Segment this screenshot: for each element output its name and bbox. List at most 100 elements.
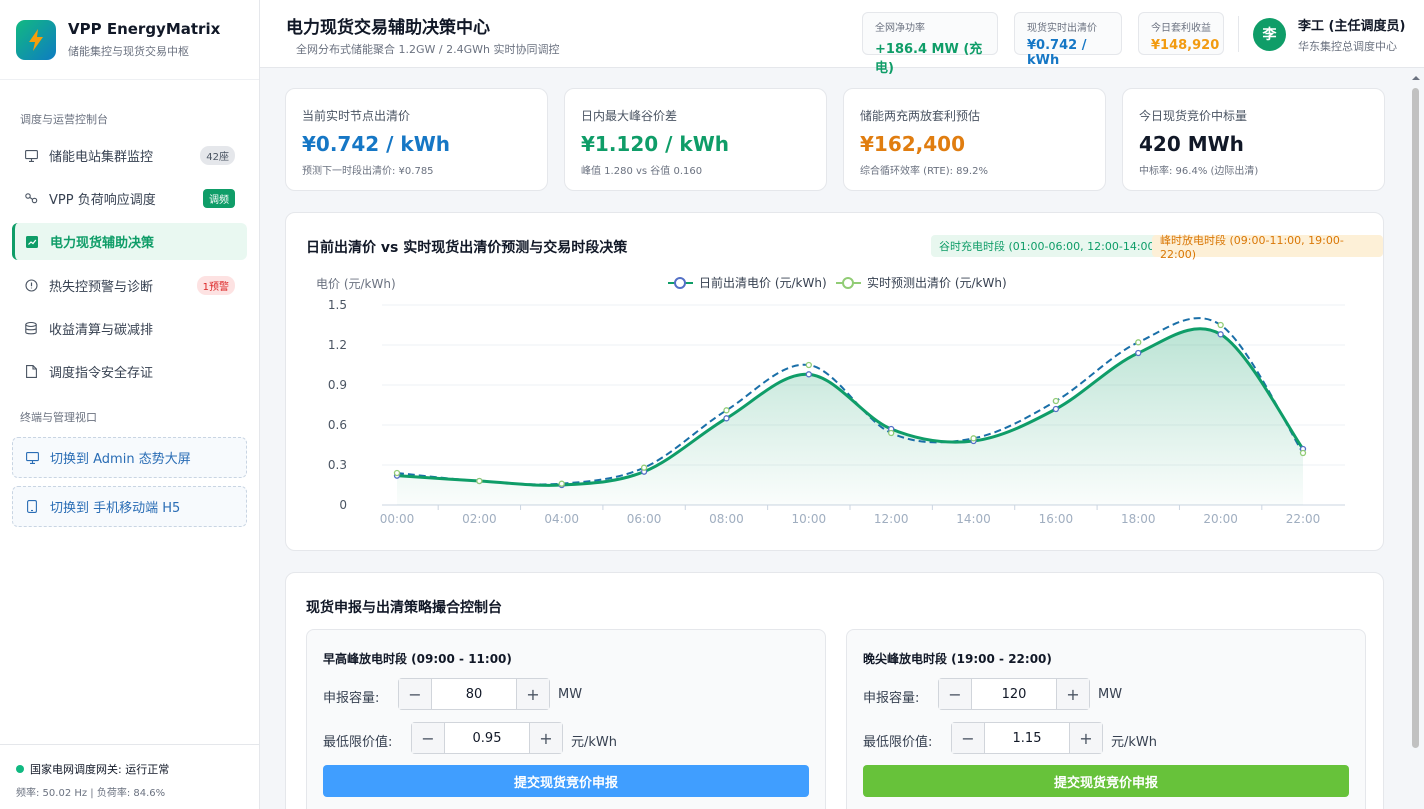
- point-realtime-forecast: [393, 469, 401, 477]
- kpi-value: ¥0.742 / kWh: [1027, 38, 1087, 68]
- section-label-ops: 调度与运营控制台: [20, 113, 108, 126]
- stat-label: 日内最大峰谷价差: [581, 109, 678, 123]
- decrement-button[interactable]: −: [939, 679, 971, 709]
- x-tick-label: 14:00: [956, 512, 991, 526]
- stat-subtext: 综合循环效率 (RTE): 89.2%: [860, 166, 988, 177]
- x-tick-label: 12:00: [874, 512, 909, 526]
- submit-bid-button[interactable]: 提交现货竞价申报: [323, 765, 809, 797]
- y-tick-label: 0.3: [328, 458, 347, 472]
- grid-metrics: 频率: 50.02 Hz | 负荷率: 84.6%: [16, 788, 166, 799]
- x-tick-label: 16:00: [1039, 512, 1074, 526]
- capacity-stepper[interactable]: − 80 +: [398, 678, 550, 710]
- price-chart-card: 日前出清价 vs 实时现货出清价预测与交易时段决策 谷时充电时段 (01:00-…: [285, 212, 1384, 551]
- legend-label: 实时预测出清价 (元/kWh): [867, 275, 1007, 290]
- morning-peak-panel: 早高峰放电时段 (09:00 - 11:00) 申报容量: − 80 + MW …: [306, 629, 826, 809]
- point-realtime-forecast: [888, 429, 895, 437]
- chart-y-axis-label: 电价 (元/kWh): [316, 277, 396, 291]
- point-day-ahead: [1217, 331, 1224, 338]
- increment-button[interactable]: +: [1057, 679, 1089, 709]
- price-limit-label: 最低限价值:: [323, 735, 393, 750]
- sidebar-item-command-archive[interactable]: 调度指令安全存证: [12, 353, 247, 390]
- lightning-logo-icon: [16, 19, 56, 60]
- sidebar-item-thermal-alert[interactable]: 热失控预警与诊断 1预警: [12, 267, 247, 304]
- price-limit-stepper[interactable]: − 1.15 +: [951, 722, 1103, 754]
- kpi-value: +186.4 MW (充电): [875, 42, 983, 76]
- point-realtime-forecast: [476, 477, 483, 485]
- legend-swatch-marker: [842, 277, 854, 289]
- capacity-stepper[interactable]: − 120 +: [938, 678, 1090, 710]
- point-day-ahead: [723, 415, 730, 422]
- sidebar: VPP EnergyMatrix 储能集控与现货交易中枢 调度与运营控制台 储能…: [0, 0, 260, 809]
- panel-title: 早高峰放电时段 (09:00 - 11:00): [323, 652, 512, 666]
- chart-card-title: 日前出清价 vs 实时现货出清价预测与交易时段决策: [306, 240, 628, 256]
- scroll-thumb[interactable]: [1412, 88, 1419, 748]
- capacity-value[interactable]: 120: [971, 679, 1057, 709]
- document-icon: [24, 365, 38, 379]
- sidebar-item-label: 热失控预警与诊断: [49, 280, 154, 295]
- price-limit-stepper[interactable]: − 0.95 +: [411, 722, 563, 754]
- peak-period-tag: 峰时放电时段 (09:00-11:00, 19:00-22:00): [1152, 234, 1383, 261]
- chart-icon: [25, 235, 39, 249]
- point-day-ahead: [1052, 405, 1060, 413]
- switch-mobile-button[interactable]: 切换到 手机移动端 H5: [12, 486, 247, 527]
- x-tick-label: 04:00: [544, 512, 579, 526]
- stat-card-bid-volume: 今日现货竞价中标量 420 MWh 中标率: 96.4% (边际出清): [1122, 88, 1385, 191]
- price-limit-value[interactable]: 0.95: [444, 723, 530, 753]
- capacity-label: 申报容量:: [863, 691, 920, 706]
- x-tick-label: 02:00: [462, 512, 497, 526]
- stat-card-peak-valley: 日内最大峰谷价差 ¥1.120 / kWh 峰值 1.280 vs 谷值 0.1…: [564, 88, 827, 191]
- point-realtime-forecast: [640, 464, 648, 471]
- page-scrollbar[interactable]: [1410, 70, 1422, 809]
- increment-button[interactable]: +: [517, 679, 549, 709]
- user-name: 李工 (主任调度员): [1298, 18, 1406, 34]
- user-org: 华东集控总调度中心: [1298, 39, 1397, 53]
- y-tick-label: 0.6: [328, 418, 347, 432]
- area-day-ahead: [397, 328, 1303, 505]
- page-subtitle: 全网分布式储能聚合 1.2GW / 2.4GWh 实时协同调控: [296, 43, 560, 56]
- x-tick-label: 06:00: [627, 512, 662, 526]
- capacity-value[interactable]: 80: [431, 679, 517, 709]
- decrement-button[interactable]: −: [399, 679, 431, 709]
- bid-control-card: 现货申报与出清策略撮合控制台 早高峰放电时段 (09:00 - 11:00) 申…: [285, 572, 1384, 809]
- increment-button[interactable]: +: [530, 723, 562, 753]
- valley-period-tag: 谷时充电时段 (01:00-06:00, 12:00-14:00): [931, 235, 1167, 257]
- alert-badge: 1预警: [196, 276, 235, 295]
- user-profile[interactable]: 李 李工 (主任调度员) 华东集控总调度中心: [1238, 16, 1406, 53]
- price-unit: 元/kWh: [571, 735, 618, 750]
- stat-value: 420 MWh: [1139, 132, 1244, 156]
- capacity-unit: MW: [558, 687, 583, 702]
- kpi-net-power: 全网净功率 +186.4 MW (充电): [862, 12, 998, 76]
- price-unit: 元/kWh: [1111, 735, 1158, 750]
- sidebar-item-station-monitor[interactable]: 储能电站集群监控 42座: [12, 137, 247, 174]
- evening-peak-panel: 晚尖峰放电时段 (19:00 - 22:00) 申报容量: − 120 + MW…: [846, 629, 1366, 809]
- monitor-icon: [24, 149, 38, 163]
- kpi-label: 全网净功率: [875, 23, 925, 34]
- increment-button[interactable]: +: [1070, 723, 1102, 753]
- y-tick-label: 0.9: [328, 378, 347, 392]
- point-realtime-forecast: [1135, 339, 1142, 346]
- avatar: 李: [1253, 17, 1286, 51]
- decrement-button[interactable]: −: [412, 723, 444, 753]
- price-limit-label: 最低限价值:: [863, 735, 933, 750]
- stat-card-realtime-price: 当前实时节点出清价 ¥0.742 / kWh 预测下一时段出清价: ¥0.785: [285, 88, 548, 191]
- switch-admin-label: 切换到 Admin 态势大屏: [50, 452, 191, 467]
- top-header: 电力现货交易辅助决策中心 全网分布式储能聚合 1.2GW / 2.4GWh 实时…: [260, 0, 1424, 76]
- sidebar-item-vpp-dispatch[interactable]: VPP 负荷响应调度 调频: [12, 180, 247, 217]
- decrement-button[interactable]: −: [952, 723, 984, 753]
- x-tick-label: 00:00: [380, 512, 415, 526]
- kpi-value: ¥148,920: [1151, 38, 1220, 53]
- sidebar-item-settlement[interactable]: 收益清算与碳减排: [12, 310, 247, 347]
- app-subtitle: 储能集控与现货交易中枢: [68, 45, 189, 58]
- switch-admin-button[interactable]: 切换到 Admin 态势大屏: [12, 437, 247, 478]
- price-limit-value[interactable]: 1.15: [984, 723, 1070, 753]
- brand: VPP EnergyMatrix 储能集控与现货交易中枢: [0, 0, 259, 80]
- kpi-spot-price: 现货实时出清价 ¥0.742 / kWh: [1014, 12, 1122, 68]
- stat-subtext: 中标率: 96.4% (边际出清): [1139, 166, 1259, 177]
- x-tick-label: 22:00: [1286, 512, 1321, 526]
- sidebar-item-label: 储能电站集群监控: [49, 150, 154, 165]
- legend-label: 日前出清电价 (元/kWh): [699, 275, 827, 290]
- point-realtime-forecast: [558, 480, 565, 487]
- sidebar-item-spot-decision[interactable]: 电力现货辅助决策: [12, 223, 247, 260]
- scroll-up-icon[interactable]: [1410, 72, 1422, 84]
- submit-bid-button[interactable]: 提交现货竞价申报: [863, 765, 1349, 797]
